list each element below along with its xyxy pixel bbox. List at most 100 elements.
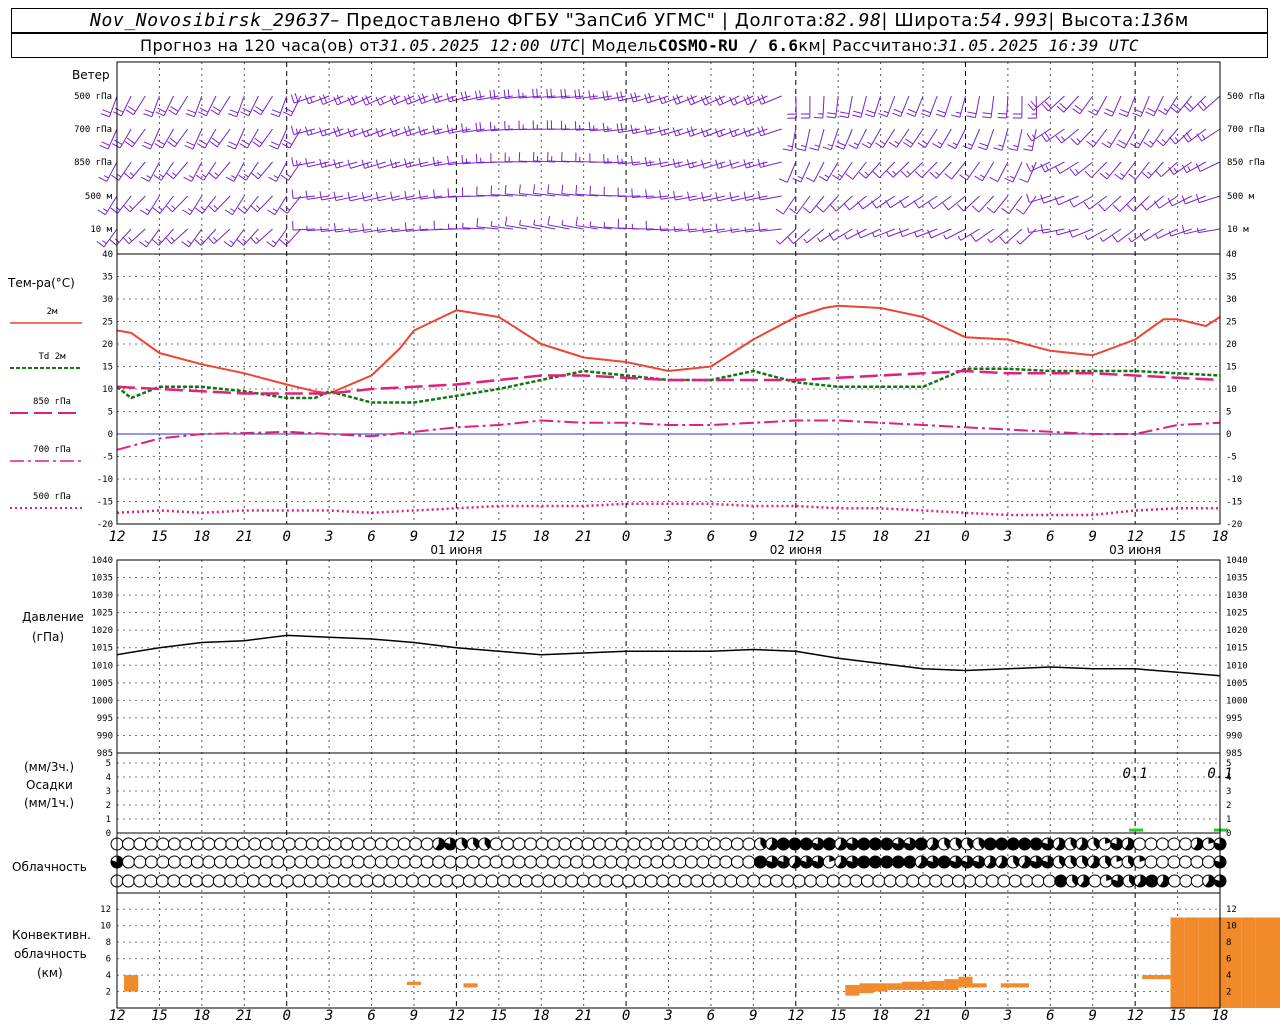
wind-barb-staff: [260, 95, 273, 115]
wind-barb-feather: [282, 111, 292, 117]
wind-barb-feather: [291, 189, 294, 199]
wind-barb-feather: [866, 109, 876, 114]
wind-barb-feather: [927, 229, 932, 239]
wind-level-label-left: 850 гПа: [74, 158, 112, 168]
wind-barb-feather: [631, 188, 633, 198]
wind-barb-feather: [1054, 165, 1061, 174]
wind-barb-feather: [195, 207, 203, 214]
cloud-cover-symbol: [776, 837, 790, 851]
cloud-circle: [156, 855, 170, 869]
wind-barb-staff: [990, 95, 995, 118]
cloud-cover-symbol: [838, 874, 852, 888]
cloud-cover-symbol: [1121, 855, 1135, 869]
wind-barb: [982, 95, 995, 119]
cloud-cover-symbol: [259, 855, 273, 869]
x-tick-label: 0: [961, 1008, 969, 1024]
cloud-cover-symbol: [758, 874, 772, 888]
wind-barb-feather: [1112, 204, 1120, 212]
pressure-tick-left: 1025: [91, 609, 113, 619]
cloud-cover-symbol: [1077, 874, 1091, 888]
pressure-tick-left: 1020: [91, 626, 113, 636]
cloud-cover-symbol: [167, 855, 181, 869]
cloud-circle: [409, 837, 423, 851]
cloud-circle: [1167, 855, 1181, 869]
cloud-circle: [826, 874, 840, 888]
wind-barb-feather: [199, 238, 205, 243]
wind-barb-staff: [1106, 161, 1122, 180]
wind-barb-feather: [914, 232, 918, 238]
wind-barb-feather: [255, 236, 260, 242]
wind-barb-feather: [167, 141, 176, 148]
wind-barb-staff: [892, 161, 910, 178]
cloud-cover-symbol: [466, 855, 480, 869]
wind-barb-feather: [1056, 105, 1065, 113]
conv-tick-left: 10: [100, 922, 111, 932]
cloud-cover-symbol: [305, 855, 319, 869]
wind-barb-staff: [906, 161, 924, 178]
cloud-cover-symbol: [903, 837, 917, 851]
wind-barb: [333, 191, 358, 202]
wind-barb-feather: [198, 139, 208, 146]
wind-barb-staff: [1148, 161, 1164, 179]
wind-barb-feather: [861, 143, 870, 149]
cloud-circle: [317, 855, 331, 869]
cloud-cover-symbol: [1202, 837, 1216, 851]
wind-barb-feather: [269, 144, 278, 150]
cloud-cover-symbol: [1133, 855, 1147, 869]
precip-tick-right: 0: [1226, 829, 1231, 839]
wind-barb-feather: [616, 92, 620, 102]
cloud-cover-symbol: [156, 855, 170, 869]
cloud-circle: [497, 874, 511, 888]
wind-barb-feather: [533, 184, 536, 194]
cloud-cover-symbol: [730, 855, 744, 869]
x-tick-label: 15: [830, 529, 847, 545]
cloud-cover-symbol: [644, 874, 658, 888]
wind-barb: [603, 186, 627, 197]
cloud-cover-symbol: [599, 874, 613, 888]
cloud-cover-symbol: [701, 874, 715, 888]
x-tick-label: 21: [915, 529, 932, 545]
wind-barb-feather: [290, 94, 295, 104]
wind-barb-feather: [1055, 135, 1063, 144]
cloud-cover-symbol: [724, 874, 738, 888]
cloud-cover-symbol: [386, 855, 400, 869]
cloud-circle: [696, 855, 710, 869]
wind-barb-feather: [899, 199, 905, 208]
wind-barb-staff: [1095, 95, 1108, 116]
wind-barb-feather: [1001, 207, 1010, 215]
cloud-circle: [906, 874, 920, 888]
pressure-tick-left: 995: [97, 714, 113, 724]
wind-barb-staff: [129, 195, 146, 213]
cloud-cover-symbol: [1042, 874, 1056, 888]
cloud-cover-symbol: [581, 837, 595, 851]
wind-barb-staff: [173, 161, 189, 180]
wind-barb: [1040, 194, 1065, 204]
wind-barb-feather: [211, 137, 220, 144]
wind-barb-staff: [121, 95, 132, 116]
wind-barb-feather: [239, 143, 248, 149]
cloud-cover-symbol: [508, 874, 522, 888]
wind-barb: [782, 128, 797, 152]
wind-barb-staff: [978, 195, 995, 213]
upper-frame: [116, 61, 1221, 525]
wind-barb-feather: [324, 129, 327, 135]
wind-barb: [687, 222, 711, 233]
wind-barb-feather: [128, 205, 134, 210]
cloud-cover-symbol: [684, 855, 698, 869]
wind-barb-staff: [1073, 195, 1093, 208]
temp-tick-left: -15: [97, 498, 113, 508]
cloud-cover-symbol: [1110, 837, 1124, 851]
pressure-tick-right: 1020: [1226, 626, 1248, 636]
cloud-cover-symbol: [497, 874, 511, 888]
cloud-circle: [974, 874, 988, 888]
cloud-cover-symbol: [906, 874, 920, 888]
wind-barb-feather: [858, 171, 867, 179]
x-date-label: 02 июня: [770, 543, 822, 557]
wind-barb: [1027, 95, 1038, 119]
cloud-cover-symbol: [190, 855, 204, 869]
x-tick-label: 21: [575, 1008, 592, 1024]
cloud-circle: [633, 874, 647, 888]
temp-tick-right: 25: [1226, 318, 1237, 328]
wind-barb-feather: [207, 236, 215, 245]
temp-tick-left: 0: [108, 430, 113, 440]
